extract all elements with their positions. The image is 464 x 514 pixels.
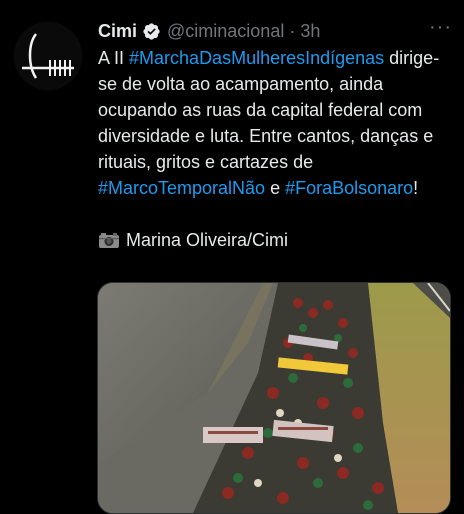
text-suffix: ! (413, 178, 419, 198)
cimi-logo-icon (14, 22, 82, 90)
photo-credit-text: Marina Oliveira/Cimi (126, 230, 289, 250)
author-handle[interactable]: @ciminacional (167, 21, 284, 42)
photo-credit: Marina Oliveira/Cimi (98, 227, 454, 253)
march-crowd-photo-icon (98, 283, 450, 513)
tweet-header: Cimi @ciminacional · 3h ··· (98, 17, 454, 43)
camera-icon (98, 231, 120, 249)
text-prefix: A II (98, 48, 130, 68)
hashtag-link[interactable]: #ForaBolsonaro (285, 178, 413, 198)
more-options-icon[interactable]: ··· (429, 17, 452, 37)
timestamp[interactable]: 3h (300, 21, 320, 42)
tweet-text: A II #MarchaDasMulheresIndígenas dirige-… (98, 45, 454, 253)
text-connector: e (265, 178, 286, 198)
author-name[interactable]: Cimi (98, 21, 137, 42)
verified-badge-icon (142, 22, 161, 41)
hashtag-link[interactable]: #MarchaDasMulheresIndígenas (129, 48, 384, 68)
tweet-photo[interactable] (97, 282, 451, 514)
avatar[interactable] (14, 22, 82, 90)
hashtag-link[interactable]: #MarcoTemporalNão (98, 178, 265, 198)
separator-dot: · (289, 20, 296, 41)
